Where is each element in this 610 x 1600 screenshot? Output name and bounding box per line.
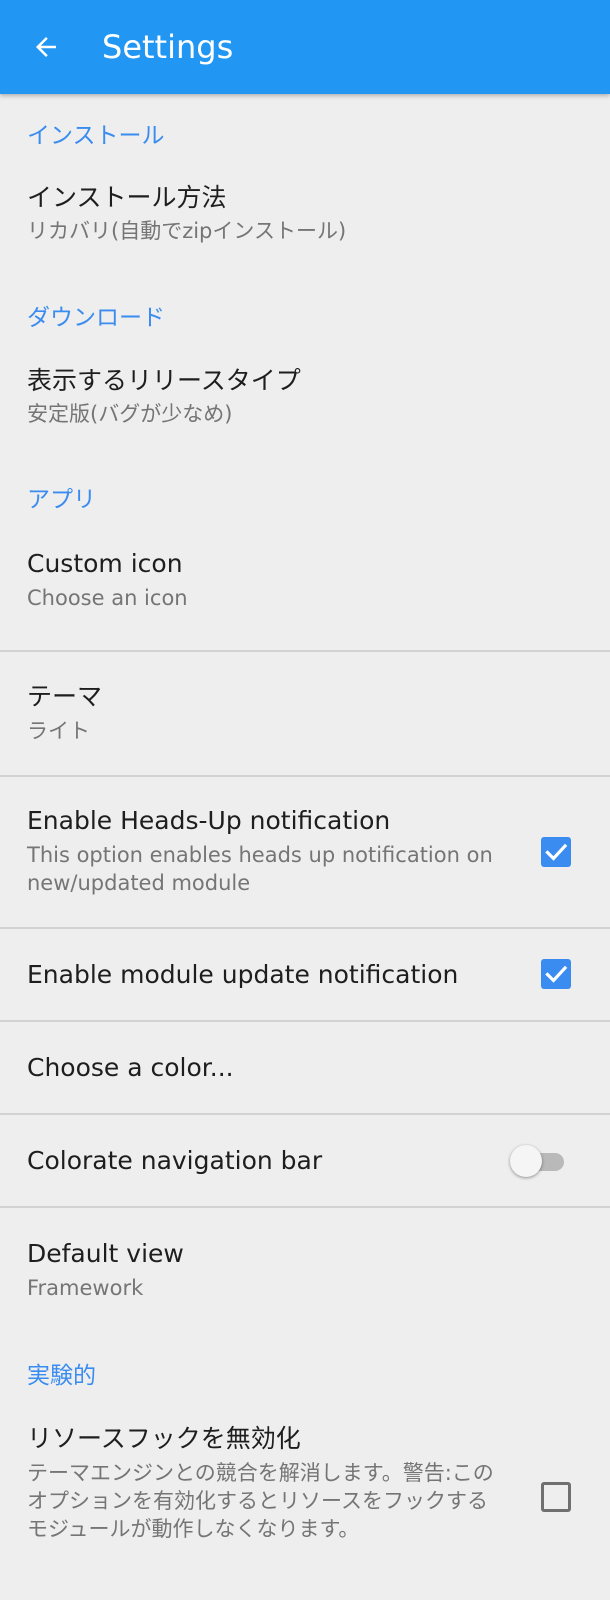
pref-title: 表示するリリースタイプ	[27, 366, 301, 395]
pref-colorate-navigation-bar[interactable]: Colorate navigation bar	[0, 1115, 610, 1206]
pref-title: Enable Heads-Up notification	[27, 806, 391, 835]
pref-release-type[interactable]: 表示するリリースタイプ 安定版(バグが少なめ)	[0, 348, 610, 458]
pref-title: インストール方法	[27, 183, 227, 212]
pref-install-method[interactable]: インストール方法 リカバリ(自動でzipインストール)	[0, 165, 610, 275]
disable-resource-hooks-checkbox[interactable]	[541, 1482, 571, 1512]
back-button[interactable]	[22, 23, 70, 71]
section-header-download: ダウンロード	[27, 305, 165, 331]
heads-up-checkbox[interactable]	[541, 837, 571, 867]
pref-title: Custom icon	[27, 549, 183, 578]
colorate-nav-switch[interactable]	[510, 1144, 566, 1178]
module-update-checkbox[interactable]	[541, 959, 571, 989]
pref-theme[interactable]: テーマ ライト	[0, 652, 610, 775]
section-header-install: インストール	[27, 123, 165, 149]
pref-summary: 安定版(バグが少なめ)	[27, 402, 233, 426]
pref-summary: This option enables heads up notificatio…	[27, 843, 493, 895]
page-title: Settings	[102, 28, 234, 66]
checkmark-icon	[545, 965, 568, 983]
pref-title: テーマ	[27, 682, 103, 711]
pref-summary: リカバリ(自動でzipインストール)	[27, 219, 347, 243]
pref-title: Enable module update notification	[27, 960, 459, 989]
section-header-experimental: 実験的	[27, 1363, 96, 1389]
pref-summary: Framework	[27, 1276, 144, 1300]
arrow-left-icon	[36, 37, 56, 57]
pref-title: Default view	[27, 1239, 184, 1268]
pref-title: Choose a color...	[27, 1053, 234, 1082]
pref-choose-color[interactable]: Choose a color...	[0, 1022, 610, 1113]
pref-title: Colorate navigation bar	[27, 1146, 323, 1175]
pref-heads-up-notification[interactable]: Enable Heads-Up notification This option…	[0, 777, 610, 927]
pref-summary: テーマエンジンとの競合を解消します。警告:このオプションを有効化するとリソースを…	[27, 1461, 494, 1541]
pref-module-update-notification[interactable]: Enable module update notification	[0, 929, 610, 1020]
checkmark-icon	[545, 843, 568, 861]
switch-thumb	[510, 1145, 542, 1177]
pref-title: リソースフックを無効化	[27, 1424, 301, 1453]
pref-default-view[interactable]: Default view Framework	[0, 1208, 610, 1323]
pref-summary: Choose an icon	[27, 586, 188, 610]
pref-summary: ライト	[27, 719, 90, 743]
section-header-app: アプリ	[27, 487, 96, 513]
pref-disable-resource-hooks[interactable]: リソースフックを無効化 テーマエンジンとの競合を解消します。警告:このオプション…	[0, 1405, 610, 1600]
pref-custom-icon[interactable]: Custom icon Choose an icon	[0, 530, 610, 650]
app-bar: Settings	[0, 0, 610, 94]
